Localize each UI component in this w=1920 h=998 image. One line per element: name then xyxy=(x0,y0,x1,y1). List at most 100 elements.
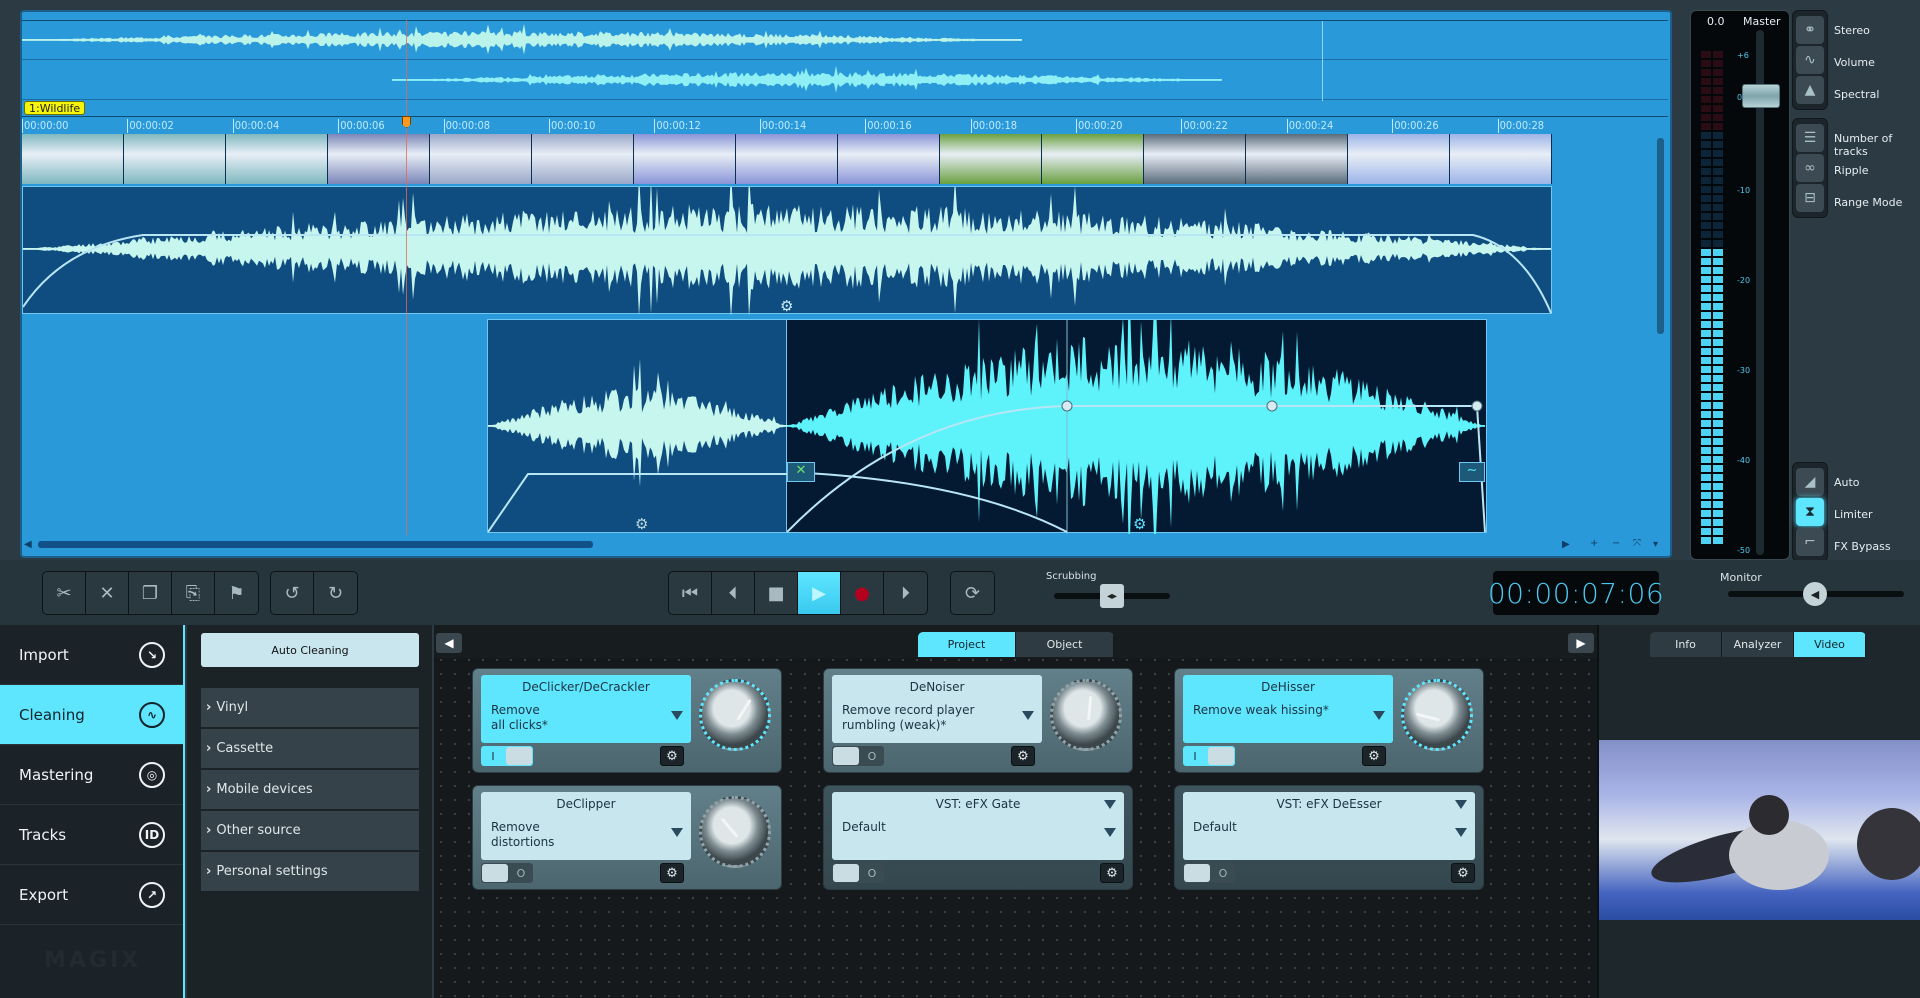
tab-info[interactable]: Info xyxy=(1650,632,1722,657)
fx-preset-selector[interactable]: VST: eFX DeEsser Default xyxy=(1183,792,1475,860)
fx-preset-selector[interactable]: DeClicker/DeCrackler Remove all clicks* xyxy=(481,675,691,743)
nav-item-import[interactable]: Import ↘ xyxy=(0,625,183,685)
tab-project[interactable]: Project xyxy=(918,632,1016,657)
range-mode-icon[interactable]: ⊟ xyxy=(1796,184,1824,212)
auto-cleaning-button[interactable]: Auto Cleaning xyxy=(201,633,419,667)
nav-item-cleaning[interactable]: Cleaning ∿ xyxy=(0,685,183,745)
object-2b-gear-icon[interactable]: ⚙ xyxy=(1133,515,1146,533)
fx-enable-toggle[interactable]: O xyxy=(832,863,884,883)
undo-button[interactable]: ↺ xyxy=(271,572,314,614)
object-2a-gear-icon[interactable]: ⚙ xyxy=(635,515,648,533)
tracks-icon[interactable]: ☰ xyxy=(1796,124,1824,152)
fx-enable-toggle[interactable]: I xyxy=(1183,746,1235,766)
cut-button[interactable]: ✂ xyxy=(43,572,86,614)
delete-button[interactable]: ✕ xyxy=(86,572,129,614)
volume-curve-icon[interactable]: ∿ xyxy=(1796,46,1824,74)
horizontal-scrollbar[interactable] xyxy=(38,541,593,548)
fx-settings-gear-icon[interactable]: ⚙ xyxy=(1362,746,1386,766)
fx-bypass-icon[interactable]: ⌐ xyxy=(1796,528,1824,556)
fx-amount-knob[interactable] xyxy=(699,679,771,751)
overview-range-edge[interactable] xyxy=(1322,21,1323,101)
preset-personal-settings[interactable]: › Personal settings xyxy=(201,852,419,892)
fx-settings-gear-icon[interactable]: ⚙ xyxy=(660,863,684,883)
chevron-down-icon[interactable] xyxy=(1373,711,1385,720)
fx-amount-knob[interactable] xyxy=(1401,679,1473,751)
fx-enable-toggle[interactable]: O xyxy=(481,863,533,883)
fx-enable-toggle[interactable]: I xyxy=(481,746,533,766)
zoom-in-icon[interactable]: + xyxy=(1590,538,1598,549)
record-button[interactable]: ● xyxy=(841,572,884,614)
fx-enable-toggle[interactable]: O xyxy=(832,746,884,766)
limiter-icon[interactable]: ⧗ xyxy=(1796,498,1824,526)
preset-other-source[interactable]: › Other source xyxy=(201,811,419,851)
fade-out-type-icon[interactable]: ∼ xyxy=(1459,462,1485,482)
fx-preset-selector[interactable]: VST: eFX Gate Default xyxy=(832,792,1124,860)
plugin-select-chevron-icon[interactable] xyxy=(1455,800,1467,809)
nav-item-export[interactable]: Export ↗ xyxy=(0,865,183,925)
master-fader-knob[interactable] xyxy=(1742,84,1780,108)
fx-preset-selector[interactable]: DeHisser Remove weak hissing* xyxy=(1183,675,1393,743)
fx-forward-button[interactable]: ▶ xyxy=(1568,633,1594,653)
zoom-fit-icon[interactable]: ⤧ xyxy=(1633,538,1641,549)
chevron-down-icon[interactable] xyxy=(1455,828,1467,837)
plugin-select-chevron-icon[interactable] xyxy=(1104,800,1116,809)
vertical-scrollbar[interactable] xyxy=(1657,138,1664,334)
zoom-menu-icon[interactable]: ▾ xyxy=(1653,539,1658,550)
play-button[interactable]: ▶ xyxy=(798,572,841,614)
audio-track-1[interactable]: ⚙ xyxy=(22,186,1552,315)
fx-amount-knob[interactable] xyxy=(699,796,771,868)
go-to-start-button[interactable]: ⏮ xyxy=(669,572,712,614)
loop-button[interactable]: ⟳ xyxy=(951,572,994,614)
audio-object-2b[interactable]: ✕ ∼ ⚙ xyxy=(787,319,1487,534)
fx-preset-selector[interactable]: DeNoiser Remove record player rumbling (w… xyxy=(832,675,1042,743)
timeline-ruler[interactable]: 00:00:00 00:00:02 00:00:04 00:00:06 00:00:08… xyxy=(22,116,1668,134)
track-1-fx-gear-icon[interactable]: ⚙ xyxy=(780,297,793,315)
fx-back-button[interactable]: ◀ xyxy=(436,633,462,653)
audio-object-2a[interactable]: ⚙ xyxy=(487,319,788,533)
chevron-down-icon[interactable] xyxy=(671,711,683,720)
master-fader-track[interactable] xyxy=(1756,30,1764,555)
overview-strip[interactable] xyxy=(22,20,1668,101)
crossfade-type-icon[interactable]: ✕ xyxy=(787,462,815,482)
fx-settings-gear-icon[interactable]: ⚙ xyxy=(1451,863,1475,883)
spectral-icon[interactable]: ▲ xyxy=(1796,76,1824,104)
meter-segment xyxy=(1701,375,1711,382)
next-marker-button[interactable]: ⏵ xyxy=(884,572,927,614)
scrubbing-knob[interactable]: ◂▸ xyxy=(1100,584,1124,608)
redo-button[interactable]: ↻ xyxy=(314,572,357,614)
scroll-right-icon[interactable]: ▶ xyxy=(1562,539,1570,550)
paste-button[interactable]: ⎘ xyxy=(172,572,215,614)
video-thumbnail-strip[interactable] xyxy=(22,134,1552,184)
preset-cassette[interactable]: › Cassette xyxy=(201,729,419,769)
fx-settings-gear-icon[interactable]: ⚙ xyxy=(660,746,684,766)
chevron-down-icon[interactable] xyxy=(1104,828,1116,837)
nav-item-mastering[interactable]: Mastering ◎ xyxy=(0,745,183,805)
auto-icon[interactable]: ◢ xyxy=(1796,468,1824,496)
previous-marker-button[interactable]: ⏴ xyxy=(712,572,755,614)
stop-button[interactable]: ■ xyxy=(755,572,798,614)
volume-handle-mid[interactable] xyxy=(1266,400,1278,412)
volume-handle[interactable] xyxy=(1061,400,1073,412)
stereo-icon[interactable]: ⚭ xyxy=(1796,16,1824,44)
marker-button[interactable]: ⚑ xyxy=(215,572,258,614)
volume-handle-end[interactable] xyxy=(1471,400,1483,412)
tab-analyzer[interactable]: Analyzer xyxy=(1722,632,1794,657)
zoom-out-icon[interactable]: − xyxy=(1612,538,1620,549)
copy-button[interactable]: ❐ xyxy=(129,572,172,614)
ripple-icon[interactable]: ∞ xyxy=(1796,154,1824,182)
preset-vinyl[interactable]: › Vinyl xyxy=(201,688,419,728)
preset-mobile-devices[interactable]: › Mobile devices xyxy=(201,770,419,810)
fx-enable-toggle[interactable]: O xyxy=(1183,863,1235,883)
fx-amount-knob[interactable] xyxy=(1050,679,1122,751)
chevron-down-icon[interactable] xyxy=(671,828,683,837)
fx-settings-gear-icon[interactable]: ⚙ xyxy=(1011,746,1035,766)
tab-video[interactable]: Video xyxy=(1794,632,1866,657)
fx-preset-selector[interactable]: DeClipper Remove distortions xyxy=(481,792,691,860)
fx-settings-gear-icon[interactable]: ⚙ xyxy=(1100,863,1124,883)
monitor-speaker-icon[interactable]: ◀ xyxy=(1803,582,1827,606)
tab-object[interactable]: Object xyxy=(1016,632,1114,657)
nav-item-tracks[interactable]: Tracks ID xyxy=(0,805,183,865)
project-tag[interactable]: 1:Wildlife xyxy=(24,101,86,115)
chevron-down-icon[interactable] xyxy=(1022,711,1034,720)
scroll-left-icon[interactable]: ◀ xyxy=(24,539,32,550)
